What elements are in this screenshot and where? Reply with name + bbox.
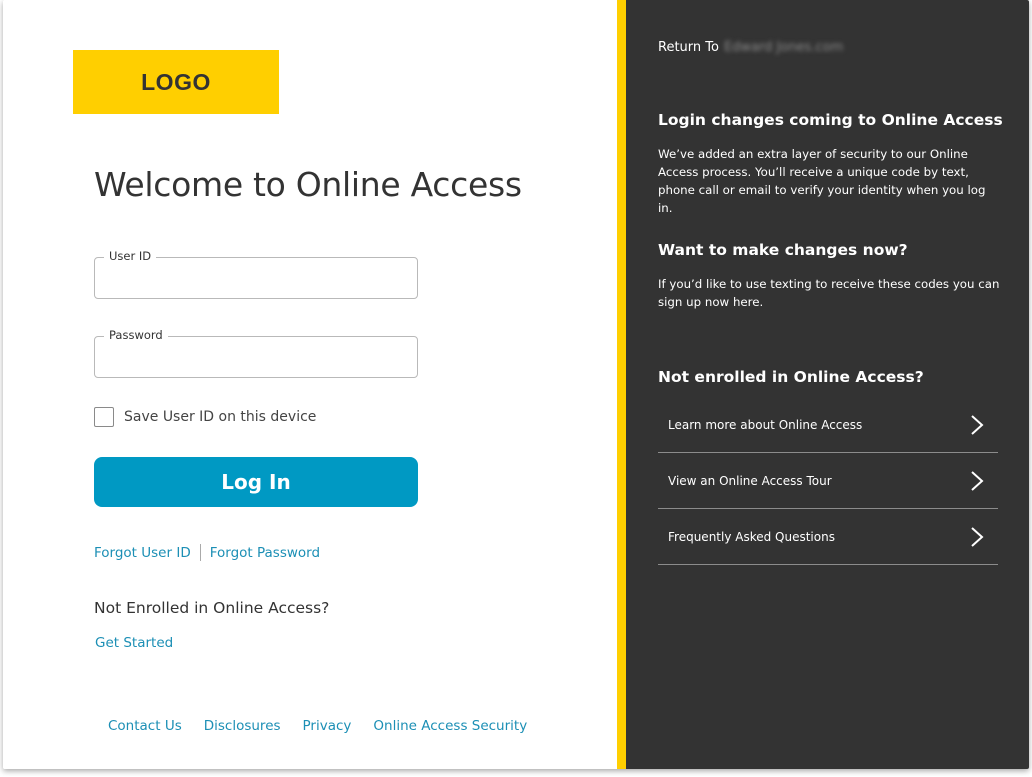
return-to-label: Return To xyxy=(658,40,719,55)
login-panel: LOGO Welcome to Online Access User ID Pa… xyxy=(3,0,617,769)
login-button[interactable]: Log In xyxy=(94,457,418,507)
user-id-field[interactable]: User ID xyxy=(94,249,418,299)
password-label: Password xyxy=(104,328,168,342)
return-site-name[interactable]: Edward Jones.com xyxy=(724,40,843,55)
accent-divider xyxy=(617,0,626,769)
link-separator xyxy=(199,544,201,561)
chevron-right-icon xyxy=(971,470,984,491)
contact-us-link[interactable]: Contact Us xyxy=(108,718,182,734)
login-window: LOGO Welcome to Online Access User ID Pa… xyxy=(3,0,1029,769)
menu-item-label: Learn more about Online Access xyxy=(668,417,863,432)
save-user-id-checkbox[interactable] xyxy=(94,407,114,427)
login-changes-heading: Login changes coming to Online Access xyxy=(658,111,1003,129)
not-enrolled-heading: Not Enrolled in Online Access? xyxy=(94,599,330,617)
disclosures-link[interactable]: Disclosures xyxy=(204,718,281,734)
password-input[interactable] xyxy=(95,337,417,377)
make-changes-text: If you’d like to use texting to receive … xyxy=(658,277,1000,309)
password-field[interactable]: Password xyxy=(94,328,418,378)
forgot-password-link[interactable]: Forgot Password xyxy=(210,545,320,561)
login-changes-text: We’ve added an extra layer of security t… xyxy=(658,147,986,215)
chevron-right-icon xyxy=(971,414,984,435)
logo: LOGO xyxy=(73,50,279,114)
forgot-links: Forgot User ID Forgot Password xyxy=(94,544,320,561)
chevron-right-icon xyxy=(971,526,984,547)
menu-item-tour[interactable]: View an Online Access Tour xyxy=(658,453,998,509)
page-title: Welcome to Online Access xyxy=(94,165,522,204)
return-to-link[interactable]: Return To Edward Jones.com xyxy=(658,40,843,55)
user-id-input[interactable] xyxy=(95,258,417,298)
info-menu: Learn more about Online Access View an O… xyxy=(658,397,998,565)
not-enrolled-panel-heading: Not enrolled in Online Access? xyxy=(658,368,924,386)
save-user-id-row[interactable]: Save User ID on this device xyxy=(94,407,316,427)
forgot-user-id-link[interactable]: Forgot User ID xyxy=(94,545,191,561)
online-access-security-link[interactable]: Online Access Security xyxy=(373,718,527,734)
menu-item-label: Frequently Asked Questions xyxy=(668,529,835,544)
make-changes-heading: Want to make changes now? xyxy=(658,241,908,259)
menu-item-label: View an Online Access Tour xyxy=(668,473,832,488)
menu-item-learn-more[interactable]: Learn more about Online Access xyxy=(658,397,998,453)
save-user-id-label[interactable]: Save User ID on this device xyxy=(124,409,316,425)
menu-item-faq[interactable]: Frequently Asked Questions xyxy=(658,509,998,565)
footer-links: Contact Us Disclosures Privacy Online Ac… xyxy=(108,718,549,734)
info-panel: Return To Edward Jones.com Login changes… xyxy=(626,0,1029,769)
user-id-label: User ID xyxy=(104,249,157,263)
privacy-link[interactable]: Privacy xyxy=(303,718,352,734)
get-started-link[interactable]: Get Started xyxy=(95,635,173,651)
